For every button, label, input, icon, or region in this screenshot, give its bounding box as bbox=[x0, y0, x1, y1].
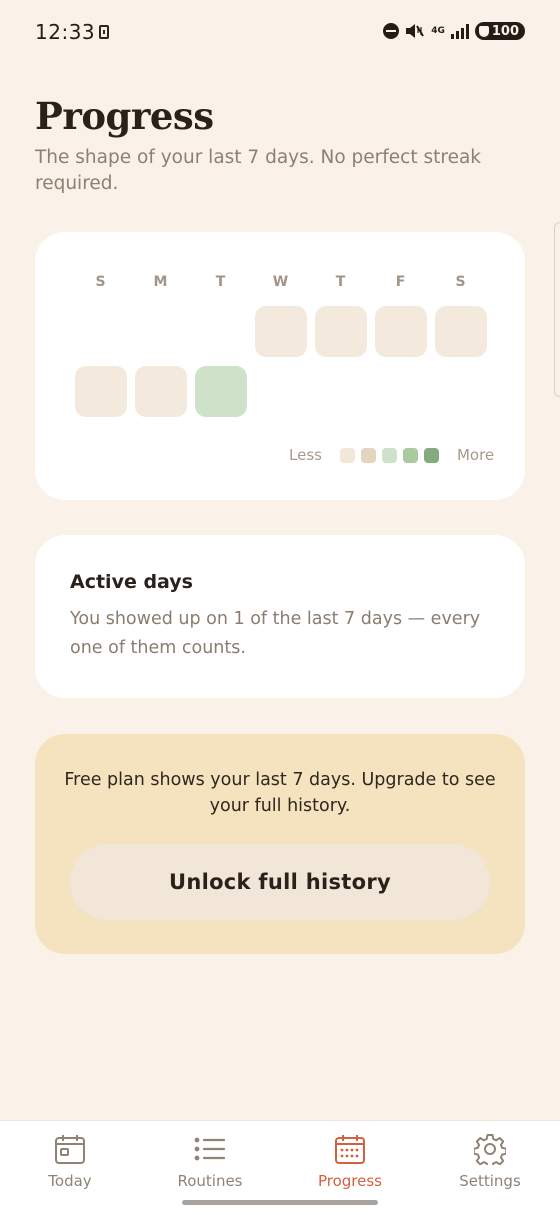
battery-indicator: 100 bbox=[474, 22, 525, 40]
gear-icon bbox=[472, 1133, 508, 1169]
heatmap-day-cell bbox=[195, 366, 247, 417]
heatmap-day-cell bbox=[315, 306, 367, 357]
signal-icon bbox=[450, 23, 469, 39]
sim-card-icon bbox=[99, 25, 109, 39]
day-label: T bbox=[215, 274, 227, 290]
status-icons: 4G 100 bbox=[383, 22, 525, 40]
heatmap-day-cell bbox=[435, 306, 487, 357]
nav-label-settings: Settings bbox=[459, 1172, 521, 1190]
heatmap-day-cell bbox=[375, 306, 427, 357]
battery-shield-icon bbox=[478, 25, 489, 37]
heatmap-legend: Less More bbox=[289, 446, 494, 464]
legend-swatch bbox=[381, 447, 397, 463]
nav-label-progress: Progress bbox=[317, 1172, 382, 1190]
legend-swatch bbox=[402, 447, 418, 463]
heatmap-day-cell bbox=[255, 306, 307, 357]
heatmap-day-cell bbox=[75, 366, 127, 417]
list-icon bbox=[194, 1133, 226, 1165]
legend-more-label: More bbox=[456, 446, 495, 464]
calendar-today-icon bbox=[54, 1133, 86, 1165]
day-label: W bbox=[272, 274, 290, 290]
page-subtitle: The shape of your last 7 days. No perfec… bbox=[35, 147, 482, 194]
legend-swatches bbox=[339, 447, 439, 463]
day-label: M bbox=[153, 274, 169, 290]
nav-label-today: Today bbox=[48, 1172, 92, 1190]
scroll-indicator[interactable] bbox=[554, 222, 560, 397]
status-bar: 12:33 4G 100 bbox=[0, 0, 560, 64]
network-type: 4G bbox=[431, 25, 445, 36]
nav-item-today[interactable]: Today bbox=[0, 1121, 140, 1215]
vibrate-mute-icon bbox=[405, 23, 425, 39]
legend-swatch bbox=[339, 447, 355, 463]
nav-item-settings[interactable]: Settings bbox=[420, 1121, 560, 1215]
battery-level: 100 bbox=[491, 23, 519, 39]
legend-swatch bbox=[423, 447, 439, 463]
day-label: S bbox=[455, 274, 467, 290]
calendar-grid-icon bbox=[334, 1133, 366, 1165]
heatmap-day-cell bbox=[135, 366, 187, 417]
home-indicator bbox=[182, 1200, 378, 1205]
legend-less-label: Less bbox=[289, 446, 322, 464]
unlock-full-history-button[interactable]: Unlock full history bbox=[70, 844, 490, 920]
active-days-title: Active days bbox=[70, 571, 193, 593]
upgrade-message: Free plan shows your last 7 days. Upgrad… bbox=[64, 770, 496, 816]
day-label: S bbox=[95, 274, 107, 290]
do-not-disturb-icon bbox=[383, 23, 400, 39]
page-title: Progress bbox=[35, 94, 214, 138]
legend-swatch bbox=[360, 447, 376, 463]
nav-label-routines: Routines bbox=[177, 1172, 243, 1190]
active-days-card: Active days You showed up on 1 of the la… bbox=[35, 535, 525, 698]
status-time: 12:33 bbox=[35, 20, 96, 44]
day-label: T bbox=[335, 274, 347, 290]
active-days-body: You showed up on 1 of the last 7 days — … bbox=[70, 609, 481, 658]
day-label: F bbox=[395, 274, 407, 290]
